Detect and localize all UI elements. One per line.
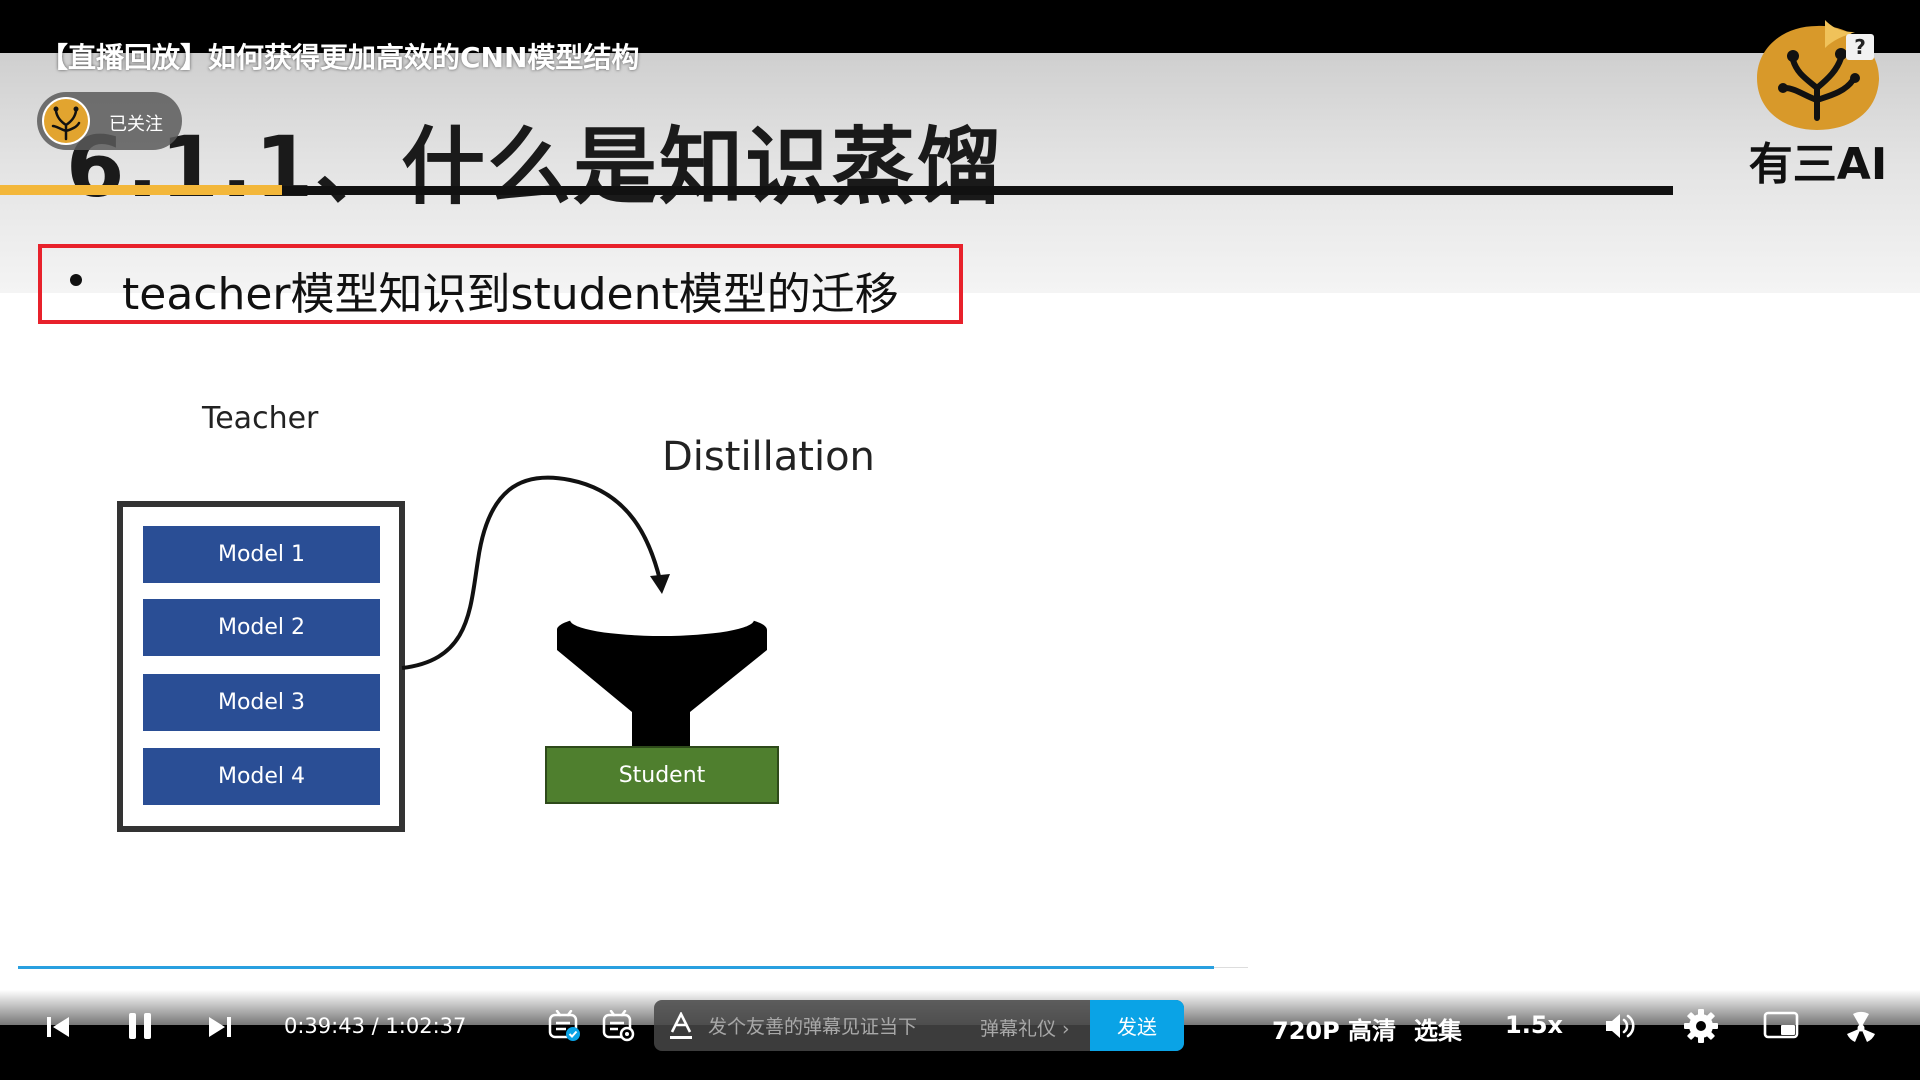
follow-status: 已关注 [109, 114, 163, 135]
settings-icon[interactable] [1683, 1008, 1719, 1044]
pause-icon[interactable] [126, 1011, 154, 1041]
model-box-2: Model 2 [143, 599, 380, 656]
danmaku-etiquette-link[interactable]: 弹幕礼仪 › [980, 1014, 1070, 1041]
student-box: Student [545, 746, 779, 804]
time-display: 0:39:43 / 1:02:37 [284, 1014, 466, 1038]
danmaku-toggle-icon[interactable] [547, 1010, 581, 1042]
teacher-label: Teacher [202, 401, 319, 436]
next-icon[interactable] [207, 1014, 233, 1040]
danmaku-bar: 弹幕礼仪 › 发送 [654, 1000, 1184, 1051]
uploader-logo-icon [51, 106, 81, 141]
current-time: 0:39:43 [284, 1014, 365, 1038]
volume-icon[interactable] [1603, 1010, 1637, 1042]
follow-badge[interactable]: 已关注 [37, 92, 182, 150]
font-style-icon[interactable] [668, 1012, 694, 1040]
speed-selector[interactable]: 1.5x [1505, 1011, 1563, 1039]
danmaku-settings-icon[interactable] [601, 1010, 635, 1042]
distillation-label: Distillation [662, 434, 875, 480]
pip-icon[interactable] [1763, 1011, 1799, 1041]
model-box-1: Model 1 [143, 526, 380, 583]
prev-icon[interactable] [45, 1014, 71, 1040]
avatar[interactable] [42, 97, 90, 145]
duration: 1:02:37 [385, 1014, 467, 1038]
progress-remaining[interactable] [1214, 967, 1248, 968]
progress-played[interactable] [18, 966, 1214, 969]
episodes-button[interactable]: 选集 [1414, 1011, 1462, 1046]
danmaku-input[interactable] [706, 1000, 960, 1051]
time-separator: / [371, 1014, 379, 1038]
send-button[interactable]: 发送 [1090, 1000, 1184, 1051]
quality-selector[interactable]: 720P 高清 [1272, 1011, 1396, 1046]
arrowhead-icon [650, 574, 670, 594]
video-title: 【直播回放】如何获得更加高效的CNN模型结构 [40, 41, 640, 74]
model-box-4: Model 4 [143, 748, 380, 805]
model-box-3: Model 3 [143, 674, 380, 731]
help-button[interactable]: ? [1846, 34, 1874, 60]
fullscreen-icon[interactable] [1843, 1008, 1879, 1044]
